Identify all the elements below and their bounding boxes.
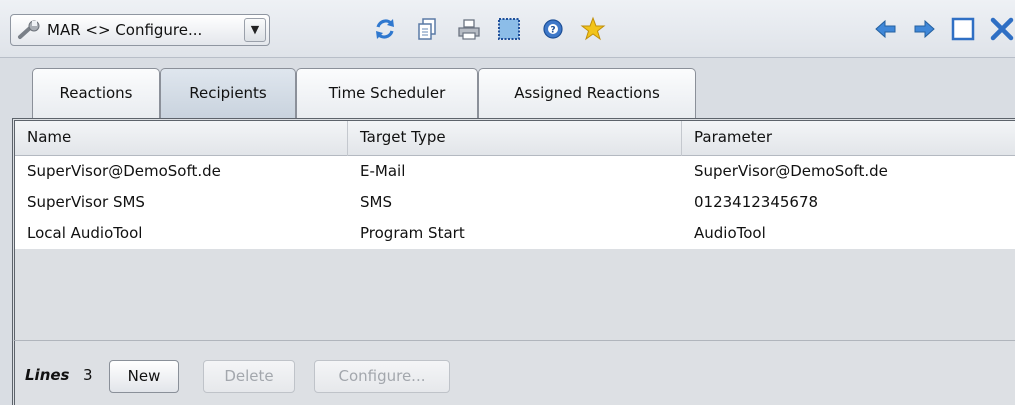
table-row[interactable]: SuperVisor@DemoSoft.de E-Mail SuperVisor…	[15, 156, 1015, 187]
cell-name: Local AudioTool	[27, 224, 143, 242]
select-all-icon[interactable]	[496, 16, 522, 42]
recipients-table: Name Target Type Parameter SuperVisor@De…	[12, 118, 1015, 340]
view-selector-dropdown[interactable]: MAR <> Configure... ▼	[10, 14, 270, 46]
tab-bar: Reactions Recipients Time Scheduler Assi…	[0, 58, 1015, 120]
tab-reactions[interactable]: Reactions	[32, 68, 160, 118]
table-row[interactable]: SuperVisor SMS SMS 0123412345678	[15, 187, 1015, 218]
table-body: SuperVisor@DemoSoft.de E-Mail SuperVisor…	[15, 156, 1015, 249]
help-icon[interactable]: ?	[540, 16, 566, 42]
column-header-parameter[interactable]: Parameter	[682, 121, 1015, 156]
column-header-name[interactable]: Name	[15, 121, 348, 156]
new-button[interactable]: New	[109, 360, 179, 393]
tab-label: Reactions	[59, 84, 133, 102]
lines-label: Lines	[25, 366, 70, 384]
chevron-down-icon[interactable]: ▼	[244, 18, 266, 42]
view-selector-value: MAR <> Configure...	[47, 21, 203, 39]
tab-assigned-reactions[interactable]: Assigned Reactions	[478, 68, 696, 118]
wrench-icon	[17, 20, 43, 40]
tab-recipients[interactable]: Recipients	[160, 68, 296, 118]
favorite-star-icon[interactable]	[580, 16, 606, 42]
cell-parameter: 0123412345678	[694, 193, 819, 211]
tab-label: Time Scheduler	[328, 84, 446, 102]
table-header: Name Target Type Parameter	[15, 121, 1015, 156]
forward-arrow-icon[interactable]	[911, 16, 937, 42]
tab-label: Assigned Reactions	[514, 84, 660, 102]
cell-name: SuperVisor@DemoSoft.de	[27, 162, 221, 180]
cell-parameter: SuperVisor@DemoSoft.de	[694, 162, 888, 180]
cell-target-type: Program Start	[360, 224, 465, 242]
tab-time-scheduler[interactable]: Time Scheduler	[296, 68, 478, 118]
maximize-icon[interactable]	[950, 16, 976, 42]
cell-name: SuperVisor SMS	[27, 193, 145, 211]
tab-label: Recipients	[189, 84, 267, 102]
column-header-target-type[interactable]: Target Type	[348, 121, 682, 156]
close-icon[interactable]	[989, 16, 1015, 42]
lines-count: 3	[83, 366, 93, 384]
table-row[interactable]: Local AudioTool Program Start AudioTool	[15, 218, 1015, 249]
cell-target-type: SMS	[360, 193, 392, 211]
delete-button[interactable]: Delete	[203, 360, 295, 393]
configure-button[interactable]: Configure...	[314, 360, 450, 393]
cell-target-type: E-Mail	[360, 162, 406, 180]
back-arrow-icon[interactable]	[873, 16, 899, 42]
print-icon[interactable]	[456, 16, 482, 42]
cell-parameter: AudioTool	[694, 224, 766, 242]
copy-icon[interactable]	[414, 16, 440, 42]
toolbar: MAR <> Configure... ▼ ?	[0, 0, 1015, 58]
table-footer: Lines 3 New Delete Configure...	[12, 340, 1015, 405]
svg-text:?: ?	[550, 26, 555, 36]
refresh-icon[interactable]	[372, 16, 398, 42]
